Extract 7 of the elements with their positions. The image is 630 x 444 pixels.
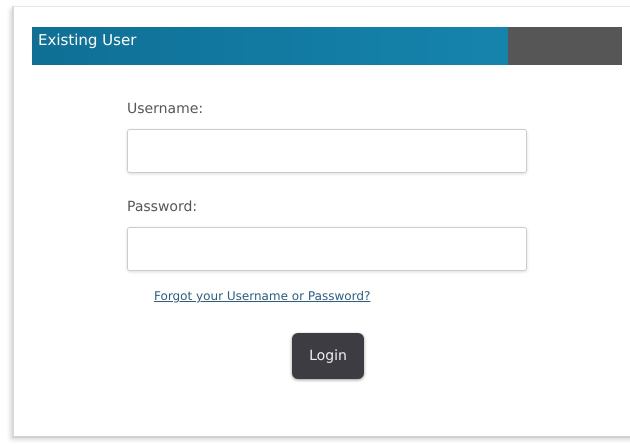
field-label: Username: — [127, 101, 204, 117]
forgot-link[interactable]: Forgot your Username or Password? — [154, 289, 370, 303]
input-field[interactable] — [127, 129, 527, 173]
login-button[interactable]: Login — [292, 333, 364, 379]
field-label: Password: — [127, 199, 198, 215]
input-field[interactable] — [127, 227, 527, 271]
header-title: Existing User — [38, 31, 136, 49]
